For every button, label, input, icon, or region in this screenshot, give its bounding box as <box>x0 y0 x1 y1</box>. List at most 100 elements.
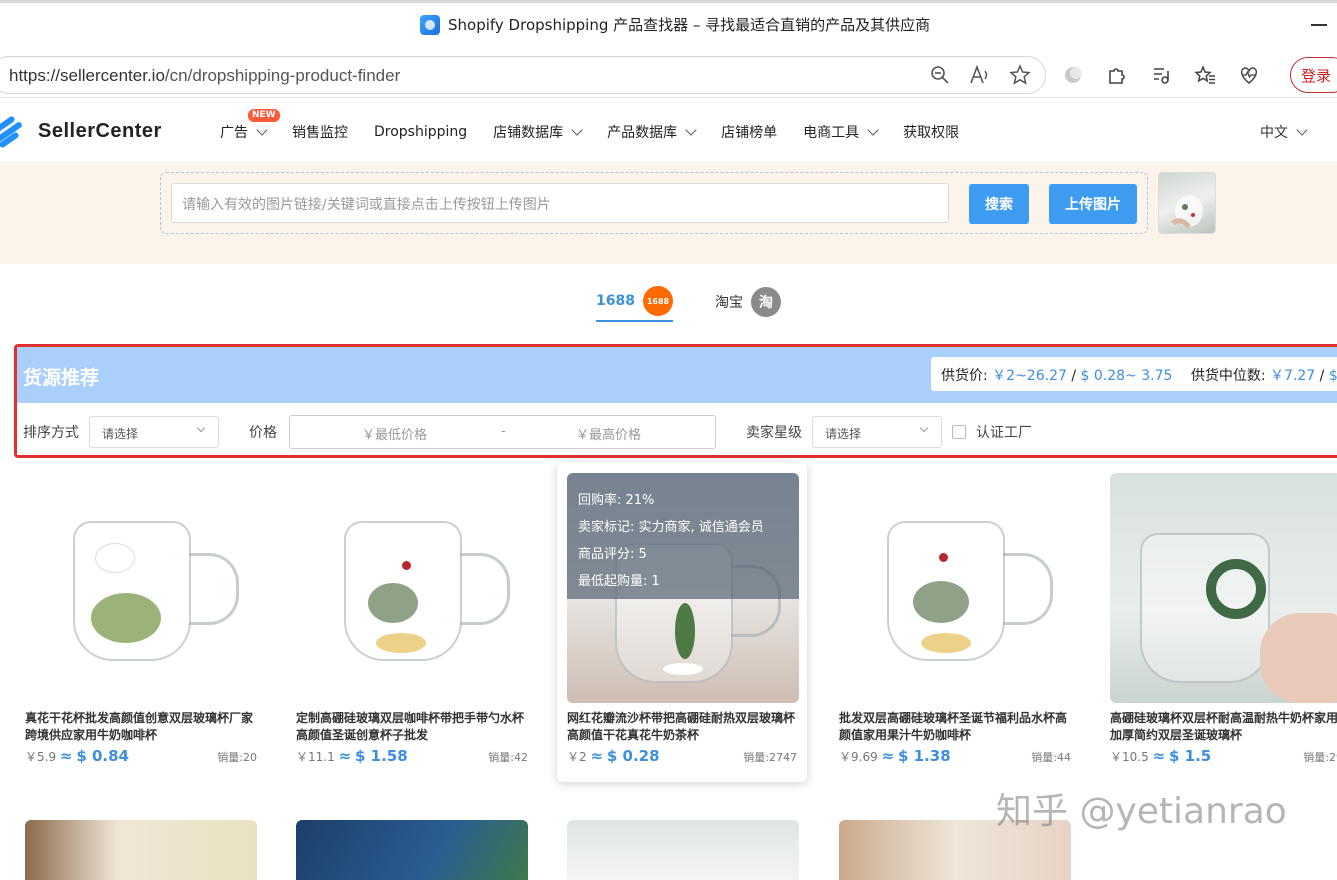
login-button[interactable]: 登录 <box>1290 57 1337 93</box>
new-badge: NEW <box>248 109 280 122</box>
zhihu-watermark: 知乎 @yetianrao <box>996 791 1287 832</box>
product-image-handle <box>1003 553 1053 625</box>
product-image-decoration <box>368 583 418 623</box>
browser-health-icon[interactable] <box>1238 64 1260 86</box>
url-path: /cn/dropshipping-product-finder <box>164 66 401 85</box>
sort-select[interactable]: 请选择 <box>89 416 219 448</box>
product-hover-details: 回购率: 21% 卖家标记: 实力商家, 诚信通会员 商品评分: 5 最低起购量… <box>567 473 799 599</box>
seller-tags: 卖家标记: 实力商家, 诚信通会员 <box>578 520 764 535</box>
extensions-puzzle-icon[interactable] <box>1106 64 1128 86</box>
seller-rating-select[interactable]: 请选择 <box>812 416 942 448</box>
product-image[interactable] <box>1110 473 1337 703</box>
favorites-collection-icon[interactable] <box>1194 64 1216 86</box>
sort-label: 排序方式 <box>23 425 79 441</box>
chevron-down-icon <box>685 124 697 136</box>
product-image-row2[interactable] <box>296 820 528 880</box>
product-image-decoration <box>1206 559 1266 619</box>
search-input[interactable]: 请输入有效的图片链接/关键词或直接点击上传按钮上传图片 <box>171 183 949 223</box>
certified-factory-checkbox[interactable] <box>952 425 966 439</box>
supply-price-cny: ￥2~26.27 <box>992 368 1067 384</box>
chevron-down-icon <box>1296 124 1308 136</box>
minimize-button[interactable] <box>1311 24 1327 26</box>
price-usd: $ 0.84 <box>76 747 129 765</box>
product-image[interactable]: 回购率: 21% 卖家标记: 实力商家, 诚信通会员 商品评分: 5 最低起购量… <box>567 473 799 703</box>
product-price: ￥11.1 ≈ $ 1.58 <box>296 747 408 765</box>
price-usd: $ 1.58 <box>354 747 408 765</box>
nav-item-store-database[interactable]: 店铺数据库 <box>493 122 583 142</box>
price-usd: $ 1.5 <box>1168 747 1212 765</box>
product-title[interactable]: 定制高硼硅玻璃双层咖啡杯带把手带勺水杯高颜值圣诞创意杯子批发 <box>296 710 532 744</box>
price-usd: $ 0.28 <box>606 747 660 765</box>
upload-image-button[interactable]: 上传图片 <box>1049 184 1137 224</box>
price-approx: ≈ <box>590 747 604 765</box>
product-sales: 销量:44 <box>1031 751 1071 764</box>
product-title[interactable]: 高硼硅玻璃杯双层杯耐高温耐热牛奶杯家用加厚简约双层圣诞玻璃杯 <box>1110 710 1337 744</box>
search-button[interactable]: 搜索 <box>969 184 1029 224</box>
repurchase-rate: 回购率: 21% <box>578 493 655 508</box>
1688-logo-icon: 1688 <box>642 286 673 316</box>
product-title[interactable]: 批发双层高硼硅玻璃杯圣诞节福利品水杯高颜值家用果汁牛奶咖啡杯 <box>839 710 1075 744</box>
product-card[interactable]: 高硼硅玻璃杯双层杯耐高温耐热牛奶杯家用加厚简约双层圣诞玻璃杯 ￥10.5 ≈ $… <box>1100 462 1337 782</box>
sellercenter-logo[interactable]: SellerCenter <box>0 115 162 149</box>
certified-factory-label: 认证工厂 <box>976 425 1032 441</box>
product-image[interactable] <box>25 473 257 703</box>
window-titlebar: Shopify Dropshipping 产品查找器 – 寻找最适合直销的产品及… <box>0 0 1337 52</box>
read-aloud-icon[interactable] <box>969 64 991 86</box>
tab-taobao[interactable]: 淘宝 淘 <box>715 282 781 322</box>
favorite-star-icon[interactable] <box>1009 64 1031 86</box>
nav-item-product-database[interactable]: 产品数据库 <box>607 122 697 142</box>
chevron-down-icon <box>867 124 879 136</box>
supply-price-usd: $ 0.28~ 3.75 <box>1080 368 1173 384</box>
nav-item-dropshipping[interactable]: Dropshipping <box>374 122 467 142</box>
nav-item-label: Dropshipping <box>374 124 468 140</box>
sourcing-panel: 货源推荐 供货价: ￥2~26.27 / $ 0.28~ 3.75 供货中位数:… <box>14 344 1337 458</box>
price-range-input[interactable]: ￥最低价格 - ￥最高价格 <box>289 415 716 449</box>
price-label: 价格 <box>249 425 277 441</box>
product-card[interactable]: 定制高硼硅玻璃双层咖啡杯带把手带勺水杯高颜值圣诞创意杯子批发 ￥11.1 ≈ $… <box>286 462 536 782</box>
max-price-input[interactable]: ￥最高价格 <box>576 424 641 443</box>
nav-item-sales-monitor[interactable]: 销售监控 <box>292 122 348 142</box>
product-sales: 销量:29 <box>1303 751 1337 764</box>
url-text[interactable]: https://sellercenter.io/cn/dropshipping-… <box>9 66 400 86</box>
nav-item-ecommerce-tools[interactable]: 电商工具 <box>803 122 879 142</box>
supply-price-summary: 供货价: ￥2~26.27 / $ 0.28~ 3.75 供货中位数: ￥7.2… <box>931 357 1337 391</box>
extension-moon-icon[interactable] <box>1062 64 1084 86</box>
tab-label: 1688 <box>596 293 635 309</box>
min-price-input[interactable]: ￥最低价格 <box>362 424 427 443</box>
product-rating: 商品评分: 5 <box>578 547 647 562</box>
price-approx: ≈ <box>59 747 73 765</box>
product-card-hovered[interactable]: 回购率: 21% 卖家标记: 实力商家, 诚信通会员 商品评分: 5 最低起购量… <box>557 462 807 782</box>
product-image-decoration <box>91 593 161 643</box>
zoom-out-icon[interactable] <box>929 64 951 86</box>
nav-item-get-access[interactable]: 获取权限 <box>903 122 959 142</box>
tab-1688[interactable]: 1688 1688 <box>596 282 673 322</box>
product-card[interactable]: 真花干花杯批发高颜值创意双层玻璃杯厂家跨境供应家用牛奶咖啡杯 ￥5.9 ≈ $ … <box>15 462 265 782</box>
product-image[interactable] <box>296 473 528 703</box>
product-image-row2[interactable] <box>567 820 799 880</box>
product-title[interactable]: 真花干花杯批发高颜值创意双层玻璃杯厂家跨境供应家用牛奶咖啡杯 <box>25 710 261 744</box>
product-title[interactable]: 网红花瓣流沙杯带把高硼硅耐热双层玻璃杯高颜值干花真花牛奶茶杯 <box>567 710 803 744</box>
product-image-row2[interactable] <box>25 820 257 880</box>
nav-item-store-ranking[interactable]: 店铺榜单 <box>721 122 777 142</box>
product-card[interactable]: 批发双层高硼硅玻璃杯圣诞节福利品水杯高颜值家用果汁牛奶咖啡杯 ￥9.69 ≈ $… <box>829 462 1079 782</box>
minimum-order-quantity: 最低起购量: 1 <box>578 574 660 589</box>
median-price-usd: $ 1.0 <box>1328 368 1337 384</box>
seller-rating-label: 卖家星级 <box>746 425 802 441</box>
titlebar-top-line <box>0 0 1337 3</box>
nav-item-label: 电商工具 <box>803 125 860 141</box>
product-image-hand <box>1260 613 1337 703</box>
range-separator: - <box>501 424 506 439</box>
url-host: https://sellercenter.io <box>9 66 165 85</box>
language-selector[interactable]: 中文 <box>1260 122 1308 142</box>
price-cny: ￥10.5 <box>1110 750 1149 764</box>
product-price: ￥10.5 ≈ $ 1.5 <box>1110 747 1211 765</box>
media-playlist-icon[interactable] <box>1150 64 1172 86</box>
uploaded-image-thumbnail[interactable] <box>1158 172 1216 234</box>
price-approx: ≈ <box>338 747 352 765</box>
product-image[interactable] <box>839 473 1071 703</box>
nav-item-ads[interactable]: 广告 NEW <box>220 109 280 142</box>
url-field[interactable]: https://sellercenter.io/cn/dropshipping-… <box>0 56 1046 94</box>
url-field-icons <box>929 64 1031 86</box>
median-price-label: 供货中位数: <box>1190 368 1266 384</box>
filter-bar: 排序方式 请选择 价格 ￥最低价格 - ￥最高价格 卖家星级 请选择 认证工厂 <box>23 415 1032 449</box>
